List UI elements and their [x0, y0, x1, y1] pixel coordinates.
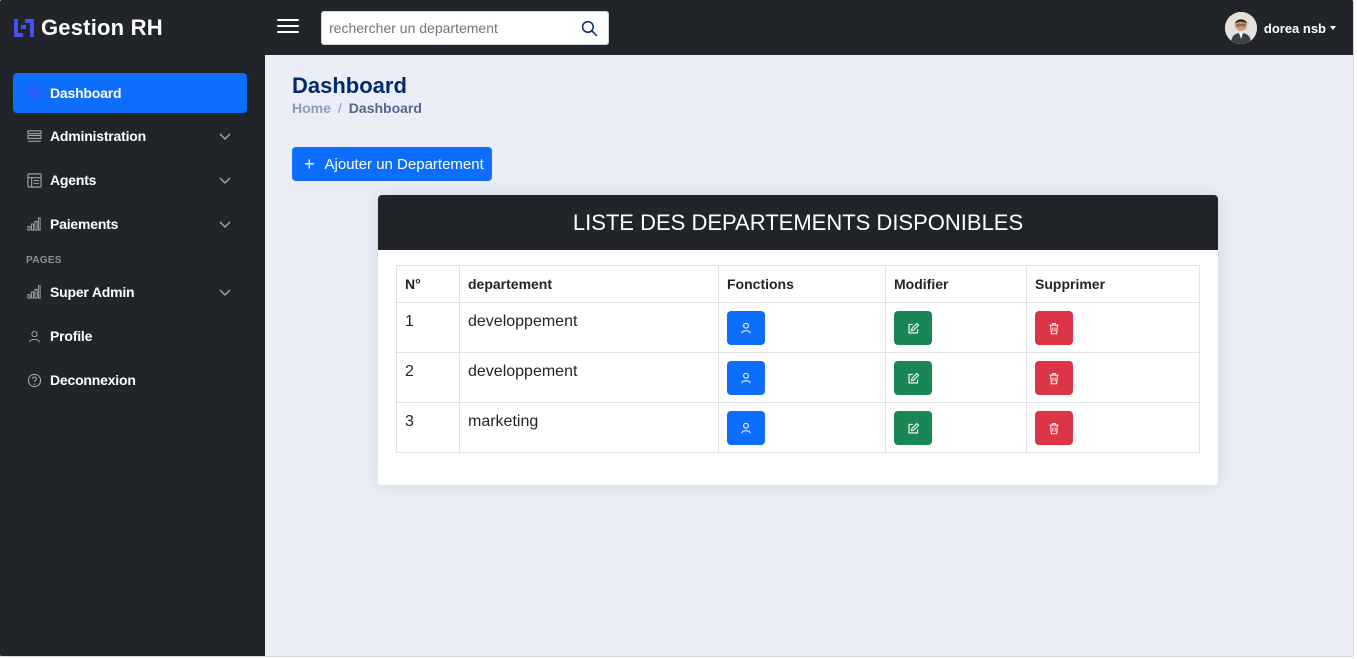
sidebar-item-dashboard[interactable]: Dashboard — [13, 73, 247, 113]
table-header-row: N° departement Fonctions Modifier Suppri… — [396, 265, 1200, 303]
sidebar-item-label: Paiements — [50, 216, 119, 232]
row-number: 3 — [396, 402, 460, 453]
brand-name: Gestion RH — [41, 15, 163, 40]
sidebar-item-label: Administration — [50, 128, 146, 144]
breadcrumb-separator: / — [337, 100, 342, 116]
person-icon — [741, 422, 751, 434]
table-icon — [26, 172, 42, 188]
search-icon[interactable] — [581, 20, 598, 37]
chevron-down-icon — [1330, 26, 1336, 30]
fonctions-cell — [718, 302, 886, 353]
page-title: Dashboard — [292, 73, 407, 98]
modifier-cell — [885, 402, 1027, 453]
edit-icon — [907, 322, 919, 334]
sidebar-item-label: Profile — [50, 328, 93, 344]
supprimer-cell — [1026, 352, 1200, 403]
table-row: 2 developpement — [396, 352, 1200, 403]
chevron-down-icon — [219, 221, 231, 228]
delete-button[interactable] — [1035, 311, 1073, 345]
menu-toggle-icon[interactable] — [277, 16, 299, 38]
edit-button[interactable] — [894, 311, 932, 345]
departements-card: LISTE DES DEPARTEMENTS DISPONIBLES N° de… — [378, 195, 1218, 485]
add-departement-button[interactable]: + Ajouter un Departement — [292, 147, 492, 181]
trash-icon — [1049, 372, 1059, 384]
modifier-cell — [885, 352, 1027, 403]
app-frame: Gestion RH rechercher un departement dor… — [0, 0, 1354, 657]
column-header-supprimer: Supprimer — [1026, 265, 1200, 303]
search-input[interactable] — [329, 19, 569, 37]
edit-button[interactable] — [894, 361, 932, 395]
search-bar — [321, 11, 609, 45]
column-header-departement: departement — [459, 265, 719, 303]
row-departement: developpement — [459, 352, 719, 403]
sidebar-item-administration[interactable]: Administration — [13, 116, 247, 156]
delete-button[interactable] — [1035, 361, 1073, 395]
top-header: Gestion RH rechercher un departement dor… — [0, 0, 1353, 55]
delete-button[interactable] — [1035, 411, 1073, 445]
avatar — [1224, 12, 1257, 44]
breadcrumb-home-link[interactable]: Home — [292, 100, 331, 116]
card-header: LISTE DES DEPARTEMENTS DISPONIBLES — [378, 195, 1218, 250]
fonctions-cell — [718, 402, 886, 453]
brand-icon — [14, 19, 34, 37]
sidebar-item-paiements[interactable]: Paiements — [13, 204, 247, 244]
user-menu[interactable]: dorea nsb — [1224, 12, 1336, 44]
user-name: dorea nsb — [1263, 20, 1326, 36]
trash-icon — [1049, 322, 1059, 334]
row-number: 1 — [396, 302, 460, 353]
breadcrumb: Home / Dashboard — [292, 100, 422, 116]
sidebar-item-agents[interactable]: Agents — [13, 160, 247, 200]
plus-icon: + — [304, 154, 315, 174]
sidebar-item-label: Deconnexion — [50, 372, 136, 388]
column-header-number: N° — [396, 265, 460, 303]
sidebar-item-label: Agents — [50, 172, 97, 188]
row-number: 2 — [396, 352, 460, 403]
bar-chart-icon — [26, 284, 42, 300]
bar-chart-icon — [26, 216, 42, 232]
breadcrumb-current: Dashboard — [348, 100, 422, 116]
column-header-modifier: Modifier — [885, 265, 1027, 303]
chevron-down-icon — [219, 177, 231, 184]
person-icon — [741, 322, 751, 334]
person-icon — [26, 328, 42, 344]
table-row: 3 marketing — [396, 402, 1200, 453]
modifier-cell — [885, 302, 1027, 353]
brand-logo[interactable]: Gestion RH — [12, 14, 163, 42]
supprimer-cell — [1026, 402, 1200, 453]
fonctions-button[interactable] — [727, 361, 765, 395]
sidebar: Dashboard Administration Agents Paiement… — [0, 55, 265, 656]
supprimer-cell — [1026, 302, 1200, 353]
edit-icon — [907, 372, 919, 384]
add-departement-label: Ajouter un Departement — [324, 155, 484, 173]
question-circle-icon — [26, 372, 42, 388]
row-departement: marketing — [459, 402, 719, 453]
chevron-down-icon — [219, 289, 231, 296]
sidebar-section-heading: PAGES — [26, 255, 62, 266]
edit-icon — [907, 422, 919, 434]
chevron-down-icon — [219, 133, 231, 140]
card-title: LISTE DES DEPARTEMENTS DISPONIBLES — [572, 209, 1024, 235]
sidebar-item-deconnexion[interactable]: Deconnexion — [13, 360, 247, 400]
sidebar-item-label: Super Admin — [50, 284, 135, 300]
fonctions-button[interactable] — [727, 411, 765, 445]
grid-icon — [26, 85, 42, 101]
departements-table: N° departement Fonctions Modifier Suppri… — [396, 265, 1200, 453]
person-icon — [741, 372, 751, 384]
sidebar-item-label: Dashboard — [50, 85, 122, 101]
row-departement: developpement — [459, 302, 719, 353]
sidebar-item-super-admin[interactable]: Super Admin — [13, 272, 247, 312]
fonctions-cell — [718, 352, 886, 403]
trash-icon — [1049, 422, 1059, 434]
fonctions-button[interactable] — [727, 311, 765, 345]
table-row: 1 developpement — [396, 302, 1200, 353]
edit-button[interactable] — [894, 411, 932, 445]
sidebar-item-profile[interactable]: Profile — [13, 316, 247, 356]
list-icon — [26, 128, 42, 144]
column-header-fonctions: Fonctions — [718, 265, 886, 303]
